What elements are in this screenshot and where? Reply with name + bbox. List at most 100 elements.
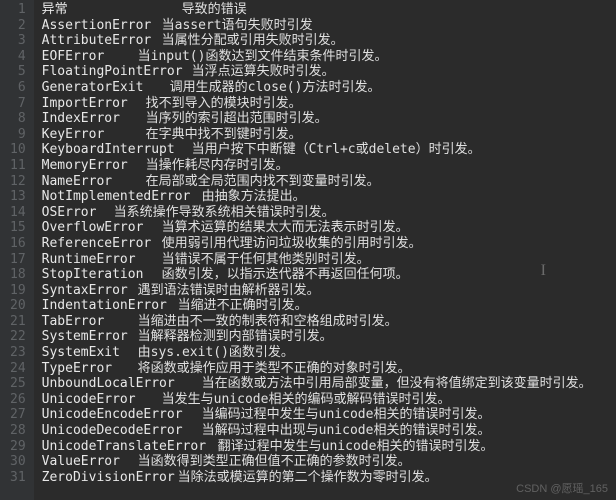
line-number: 8 [10, 111, 26, 127]
exception-description: 在字典中找不到键时引发。 [146, 127, 302, 142]
exception-name: 异常 [42, 2, 182, 18]
exception-name: TabError [42, 314, 138, 330]
exception-description: 当属性分配或引用失败时引发。 [162, 33, 344, 48]
exception-name: FloatingPointError [42, 64, 192, 80]
exception-name: AssertionError [42, 18, 162, 34]
exception-description: 当算术运算的结果太大而无法表示时引发。 [162, 220, 409, 235]
line-number: 2 [10, 18, 26, 34]
code-line: 异常导致的错误 [42, 2, 616, 18]
exception-description: 当缩进不正确时引发。 [178, 298, 308, 313]
code-line: IndentationError当缩进不正确时引发。 [42, 298, 616, 314]
exception-description: 在局部或全局范围内找不到变量时引发。 [146, 174, 380, 189]
line-number: 14 [10, 205, 26, 221]
exception-name: MemoryError [42, 158, 146, 174]
exception-name: KeyboardInterrupt [42, 142, 192, 158]
exception-description: 当input()函数达到文件结束条件时引发。 [138, 49, 388, 64]
code-line: TabError当缩进由不一致的制表符和空格组成时引发。 [42, 314, 616, 330]
code-editor: 1234567891011121314151617181920212223242… [0, 0, 616, 500]
exception-name: RuntimeError [42, 252, 162, 268]
exception-name: KeyError [42, 127, 146, 143]
exception-name: AttributeError [42, 33, 162, 49]
code-line: NotImplementedError由抽象方法提出。 [42, 189, 616, 205]
line-number: 31 [10, 470, 26, 486]
line-number: 26 [10, 392, 26, 408]
watermark: CSDN @愿瑶_165 [516, 480, 608, 496]
code-line: UnicodeDecodeError当解码过程中出现与unicode相关的错误时… [42, 423, 616, 439]
exception-description: 当解释器检测到内部错误时引发。 [138, 329, 333, 344]
line-number: 30 [10, 454, 26, 470]
code-line: IndexError当序列的索引超出范围时引发。 [42, 111, 616, 127]
exception-description: 当浮点运算失败时引发。 [192, 64, 335, 79]
line-number: 18 [10, 267, 26, 283]
exception-name: OSError [42, 205, 114, 221]
exception-name: ReferenceError [42, 236, 162, 252]
exception-name: EOFError [42, 49, 138, 65]
code-line: UnicodeTranslateError翻译过程中发生与unicode相关的错… [42, 439, 616, 455]
code-line: MemoryError当操作耗尽内存时引发。 [42, 158, 616, 174]
exception-name: NotImplementedError [42, 189, 202, 205]
exception-name: IndentationError [42, 298, 178, 314]
exception-name: UnicodeError [42, 392, 162, 408]
line-number: 19 [10, 283, 26, 299]
exception-description: 当操作耗尽内存时引发。 [146, 158, 289, 173]
exception-name: SyntaxError [42, 283, 138, 299]
exception-description: 当在函数或方法中引用局部变量，但没有将值绑定到该变量时引发。 [202, 376, 592, 391]
code-area[interactable]: 异常导致的错误AssertionError当assert语句失败时引发Attri… [34, 0, 616, 500]
line-number: 12 [10, 174, 26, 190]
line-number: 3 [10, 33, 26, 49]
exception-description: 调用生成器的close()方法时引发。 [170, 80, 381, 95]
code-line: AttributeError当属性分配或引用失败时引发。 [42, 33, 616, 49]
exception-description: 遇到语法错误时由解析器引发。 [138, 283, 320, 298]
line-number: 25 [10, 376, 26, 392]
line-number: 22 [10, 329, 26, 345]
line-number: 4 [10, 49, 26, 65]
code-line: TypeError将函数或操作应用于类型不正确的对象时引发。 [42, 361, 616, 377]
exception-description: 当解码过程中出现与unicode相关的错误时引发。 [202, 423, 491, 438]
line-number: 9 [10, 127, 26, 143]
exception-name: ValueError [42, 454, 138, 470]
line-number: 23 [10, 345, 26, 361]
code-line: UnboundLocalError当在函数或方法中引用局部变量，但没有将值绑定到… [42, 376, 616, 392]
line-number: 21 [10, 314, 26, 330]
exception-description: 当函数得到类型正确但值不正确的参数时引发。 [138, 454, 411, 469]
code-line: ValueError当函数得到类型正确但值不正确的参数时引发。 [42, 454, 616, 470]
line-number: 11 [10, 158, 26, 174]
exception-description: 找不到导入的模块时引发。 [146, 96, 302, 111]
code-line: KeyboardInterrupt当用户按下中断键（Ctrl+c或delete）… [42, 142, 616, 158]
code-line: GeneratorExit调用生成器的close()方法时引发。 [42, 80, 616, 96]
line-number: 13 [10, 189, 26, 205]
exception-name: UnicodeTranslateError [42, 439, 218, 455]
exception-description: 当缩进由不一致的制表符和空格组成时引发。 [138, 314, 398, 329]
line-number: 1 [10, 2, 26, 18]
code-line: UnicodeError当发生与unicode相关的编码或解码错误时引发。 [42, 392, 616, 408]
line-number: 20 [10, 298, 26, 314]
exception-description: 当发生与unicode相关的编码或解码错误时引发。 [162, 392, 451, 407]
line-number: 17 [10, 252, 26, 268]
exception-description: 由sys.exit()函数引发。 [138, 345, 294, 360]
exception-description: 翻译过程中发生与unicode相关的错误时引发。 [218, 439, 494, 454]
line-number: 27 [10, 407, 26, 423]
exception-description: 将函数或操作应用于类型不正确的对象时引发。 [138, 361, 411, 376]
exception-description: 当用户按下中断键（Ctrl+c或delete）时引发。 [192, 142, 481, 157]
line-number-gutter: 1234567891011121314151617181920212223242… [0, 0, 34, 500]
exception-name: StopIteration [42, 267, 162, 283]
code-line: KeyError在字典中找不到键时引发。 [42, 127, 616, 143]
code-line: RuntimeError当错误不属于任何其他类别时引发。 [42, 252, 616, 268]
code-line: NameError在局部或全局范围内找不到变量时引发。 [42, 174, 616, 190]
line-number: 5 [10, 64, 26, 80]
exception-name: SystemError [42, 329, 138, 345]
code-line: SyntaxError遇到语法错误时由解析器引发。 [42, 283, 616, 299]
exception-description: 当编码过程中发生与unicode相关的错误时引发。 [202, 407, 491, 422]
code-line: ReferenceError使用弱引用代理访问垃圾收集的引用时引发。 [42, 236, 616, 252]
exception-description: 当assert语句失败时引发 [162, 18, 313, 33]
line-number: 16 [10, 236, 26, 252]
code-line: OSError当系统操作导致系统相关错误时引发。 [42, 205, 616, 221]
exception-name: UnicodeDecodeError [42, 423, 202, 439]
code-line: EOFError当input()函数达到文件结束条件时引发。 [42, 49, 616, 65]
exception-name: NameError [42, 174, 146, 190]
exception-description: 当序列的索引超出范围时引发。 [146, 111, 328, 126]
code-line: SystemExit由sys.exit()函数引发。 [42, 345, 616, 361]
exception-description: 当除法或模运算的第二个操作数为零时引发。 [178, 470, 438, 485]
code-line: UnicodeEncodeError当编码过程中发生与unicode相关的错误时… [42, 407, 616, 423]
exception-description: 当系统操作导致系统相关错误时引发。 [114, 205, 335, 220]
